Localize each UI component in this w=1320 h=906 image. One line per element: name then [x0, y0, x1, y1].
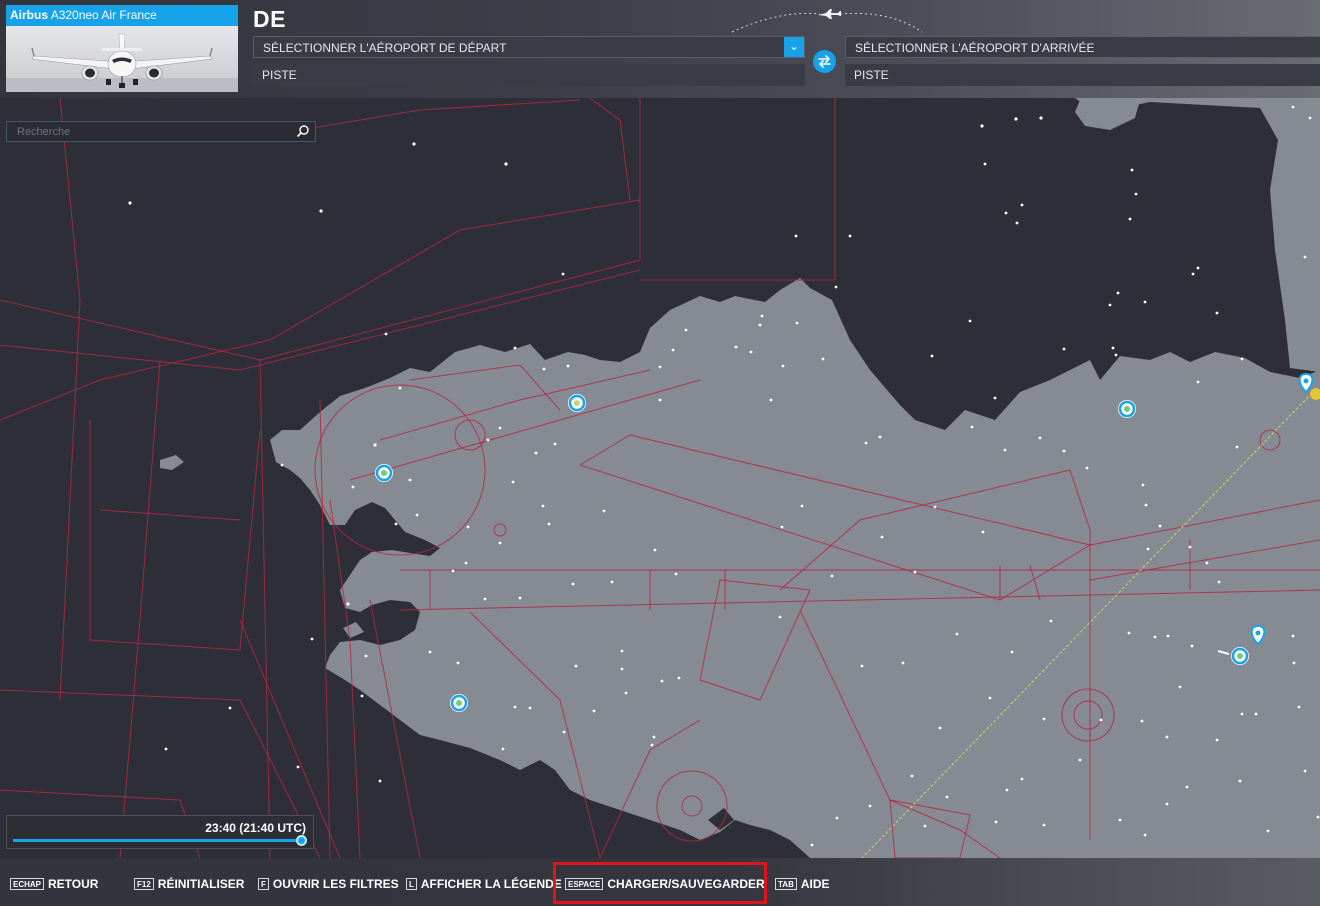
aircraft-card[interactable]: Airbus A320neo Air France: [6, 5, 238, 92]
departure-airport-label: SÉLECTIONNER L'AÉROPORT DE DÉPART: [263, 41, 507, 55]
airplane-icon: [818, 9, 841, 19]
arrival-runway-select[interactable]: PISTE: [845, 64, 1320, 86]
departure-runway-label: PISTE: [262, 68, 297, 82]
flight-planner-window: Airbus A320neo Air France DE SÉLECTIONNE…: [0, 0, 1320, 906]
time-of-day-panel: 23:40 (21:40 UTC): [6, 815, 314, 849]
shortcut-label: RÉINITIALISER: [157, 877, 245, 891]
world-map[interactable]: [0, 98, 1320, 858]
search-input[interactable]: [7, 122, 292, 141]
chevron-down-icon[interactable]: ⌄: [784, 37, 804, 57]
search-icon[interactable]: [296, 124, 310, 138]
arrival-airport-label: SÉLECTIONNER L'AÉROPORT D'ARRIVÉE: [855, 41, 1095, 55]
map-canvas[interactable]: [0, 98, 1320, 858]
open-filters-shortcut[interactable]: F OUVRIR LES FILTRES: [258, 877, 399, 891]
back-shortcut[interactable]: ECHAP RETOUR: [10, 877, 98, 891]
shortcut-label: AFFICHER LA LÉGENDE: [420, 877, 562, 891]
swap-icon: [818, 55, 831, 68]
aircraft-brand: Airbus: [10, 8, 49, 22]
time-slider-handle[interactable]: [296, 835, 307, 846]
shortcut-label: AIDE: [800, 877, 830, 891]
departure-airport-select[interactable]: SÉLECTIONNER L'AÉROPORT DE DÉPART ⌄: [253, 36, 805, 58]
key-badge: F: [258, 878, 269, 890]
aircraft-model: A320neo Air France: [50, 8, 157, 22]
time-label: 23:40 (21:40 UTC): [205, 821, 306, 835]
airport-marker-icon[interactable]: [568, 394, 586, 412]
route-heading: DE: [253, 6, 286, 32]
time-slider-track[interactable]: [13, 839, 303, 842]
shortcut-label: OUVRIR LES FILTRES: [272, 877, 399, 891]
key-badge: F12: [134, 878, 154, 890]
reset-shortcut[interactable]: F12 RÉINITIALISER: [134, 877, 244, 891]
key-badge: L: [406, 878, 417, 890]
shortcut-label: RETOUR: [48, 877, 99, 891]
departure-runway-select[interactable]: PISTE: [253, 64, 805, 86]
key-badge: ECHAP: [10, 878, 45, 890]
search-box: [6, 121, 316, 142]
airport-marker-icon[interactable]: [450, 694, 468, 712]
help-shortcut[interactable]: TAB AIDE: [775, 877, 830, 891]
show-legend-shortcut[interactable]: L AFFICHER LA LÉGENDE: [406, 877, 562, 891]
swap-airports-button[interactable]: [813, 50, 836, 73]
airport-marker-icon[interactable]: [375, 464, 393, 482]
airport-marker-icon[interactable]: [1118, 400, 1136, 418]
aircraft-image: [6, 26, 238, 92]
key-badge: TAB: [775, 878, 797, 890]
highlight-box: [553, 862, 767, 904]
route-arc-decoration: [731, 9, 923, 33]
aircraft-title: Airbus A320neo Air France: [6, 5, 238, 26]
arrival-airport-select[interactable]: SÉLECTIONNER L'AÉROPORT D'ARRIVÉE: [845, 36, 1320, 58]
route-header: Airbus A320neo Air France DE SÉLECTIONNE…: [0, 0, 1320, 98]
arrival-runway-label: PISTE: [854, 68, 889, 82]
